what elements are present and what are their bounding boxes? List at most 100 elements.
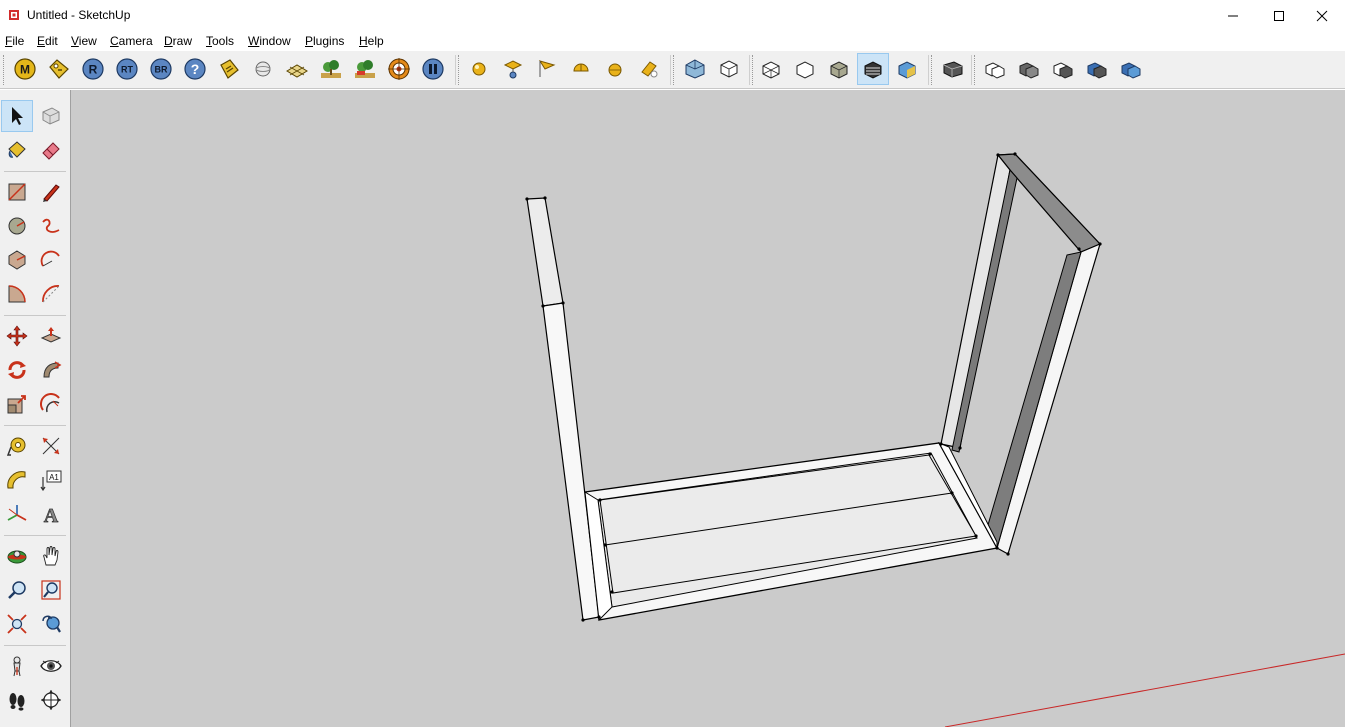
spot-light-icon — [503, 60, 523, 79]
toolbar-grip[interactable] — [931, 55, 936, 85]
section-plane-tool-button[interactable] — [35, 684, 67, 716]
follow-me-tool-button[interactable] — [35, 354, 67, 386]
menu-file[interactable]: File — [5, 34, 24, 48]
subtract-button[interactable] — [1081, 53, 1113, 85]
hidden-line-style-button[interactable] — [823, 53, 855, 85]
menu-camera[interactable]: Camera — [110, 34, 153, 48]
maximize-button[interactable] — [1256, 0, 1302, 31]
union-button[interactable] — [1047, 53, 1079, 85]
menu-plugins[interactable]: Plugins — [305, 34, 344, 48]
sphere-light-button[interactable] — [599, 53, 631, 85]
3d-text-tool-glyph: A — [44, 505, 59, 525]
select-tool-button[interactable] — [1, 100, 33, 132]
plugin-plane-icon — [286, 64, 308, 78]
modeling-viewport[interactable] — [71, 90, 1345, 727]
menu-help[interactable]: Help — [359, 34, 384, 48]
tape-measure-tool-button[interactable] — [1, 430, 33, 462]
pan-tool-button[interactable] — [35, 540, 67, 572]
move-tool-icon — [6, 325, 28, 347]
outer-shell-button[interactable] — [979, 53, 1011, 85]
plugin-label-button[interactable] — [213, 53, 245, 85]
position-camera-tool-button[interactable] — [1, 650, 33, 682]
eraser-tool-button[interactable] — [35, 134, 67, 166]
top-view-icon — [720, 60, 738, 78]
iso-view-button[interactable] — [679, 53, 711, 85]
protractor-tool-button[interactable] — [1, 464, 33, 496]
zoom-window-tool-icon — [41, 580, 61, 600]
monochrome-style-button[interactable] — [891, 53, 923, 85]
plugin-plane-button[interactable] — [281, 53, 313, 85]
look-around-tool-button[interactable] — [35, 650, 67, 682]
xray-style-button[interactable] — [755, 53, 787, 85]
zoom-tool-button[interactable] — [1, 574, 33, 606]
walk-tool-button[interactable] — [1, 684, 33, 716]
half-sphere-light-button[interactable] — [565, 53, 597, 85]
text-tool-button[interactable]: A1 — [35, 464, 67, 496]
make-component-tool-button[interactable] — [35, 100, 67, 132]
intersect-button[interactable] — [1013, 53, 1045, 85]
section-plane-tool-icon — [41, 690, 61, 710]
rotate-tool-button[interactable] — [1, 354, 33, 386]
plugin-pause-button[interactable] — [417, 53, 449, 85]
dimension-tool-button[interactable] — [35, 430, 67, 462]
omni-light-button[interactable] — [463, 53, 495, 85]
minimize-button[interactable] — [1210, 0, 1256, 31]
plugin-br-button[interactable]: BR — [145, 53, 177, 85]
red-axis-line — [944, 653, 1345, 727]
plugin-r-button[interactable]: R — [77, 53, 109, 85]
wireframe-style-button[interactable] — [789, 53, 821, 85]
plugin-target-button[interactable] — [383, 53, 415, 85]
plugin-rt-button[interactable]: RT — [111, 53, 143, 85]
three-point-arc-tool-icon — [42, 285, 60, 303]
menu-draw[interactable]: Draw — [164, 34, 192, 48]
pie-tool-button[interactable] — [1, 278, 33, 310]
palette-separator — [4, 645, 66, 646]
scale-tool-button[interactable] — [1, 388, 33, 420]
toolbar-grip[interactable] — [3, 55, 8, 85]
plugin-sphere-button[interactable] — [247, 53, 279, 85]
circle-tool-button[interactable] — [1, 210, 33, 242]
menu-view[interactable]: View — [71, 34, 97, 48]
top-view-button[interactable] — [713, 53, 745, 85]
line-tool-button[interactable] — [35, 176, 67, 208]
offset-tool-button[interactable] — [35, 388, 67, 420]
title-bar: Untitled - SketchUp — [0, 0, 1345, 31]
area-light-button[interactable] — [531, 53, 563, 85]
close-button[interactable] — [1299, 0, 1345, 31]
3d-text-tool-button[interactable]: A — [35, 498, 67, 530]
freehand-tool-button[interactable] — [35, 210, 67, 242]
polygon-tool-button[interactable] — [1, 244, 33, 276]
make-component-button[interactable] — [937, 53, 969, 85]
move-tool-button[interactable] — [1, 320, 33, 352]
menu-tools[interactable]: Tools — [206, 34, 234, 48]
menu-edit[interactable]: Edit — [37, 34, 58, 48]
plugin-tag-button[interactable] — [43, 53, 75, 85]
plugin-help-button[interactable]: ? — [179, 53, 211, 85]
push-pull-tool-button[interactable] — [35, 320, 67, 352]
menu-window[interactable]: Window — [248, 34, 291, 48]
three-point-arc-tool-button[interactable] — [35, 278, 67, 310]
position-camera-tool-icon — [13, 656, 21, 677]
axes-tool-button[interactable] — [1, 498, 33, 530]
orbit-tool-button[interactable] — [1, 540, 33, 572]
minimize-icon — [1228, 15, 1238, 16]
trim-button[interactable] — [1115, 53, 1147, 85]
light-wand-button[interactable] — [633, 53, 665, 85]
paint-bucket-tool-button[interactable] — [1, 134, 33, 166]
text-tool-icon: A1 — [40, 470, 62, 491]
arc-tool-button[interactable] — [35, 244, 67, 276]
shaded-textures-style-button[interactable] — [857, 53, 889, 85]
plugin-tree-button[interactable] — [315, 53, 347, 85]
scale-tool-icon — [7, 395, 26, 414]
plugin-tree-red-button[interactable] — [349, 53, 381, 85]
spot-light-button[interactable] — [497, 53, 529, 85]
zoom-window-tool-button[interactable] — [35, 574, 67, 606]
select-tool-icon — [12, 107, 23, 125]
rectangle-tool-button[interactable] — [1, 176, 33, 208]
toolbar-grip[interactable] — [673, 55, 678, 85]
iso-view-icon — [685, 59, 705, 79]
previous-view-tool-button[interactable] — [35, 608, 67, 640]
plugin-m-button[interactable]: M — [9, 53, 41, 85]
palette-separator — [4, 535, 66, 536]
zoom-extents-tool-button[interactable] — [1, 608, 33, 640]
